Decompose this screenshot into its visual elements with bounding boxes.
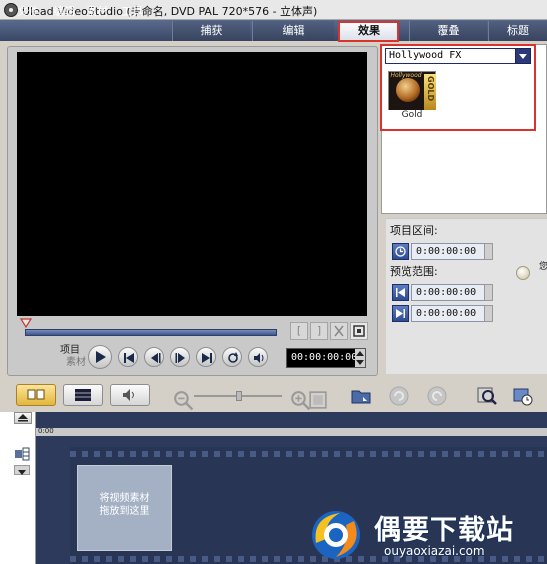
cut-clip-icon[interactable]	[330, 322, 348, 340]
timeline-ruler[interactable]	[36, 428, 547, 436]
tab-capture[interactable]: 捕获	[172, 21, 250, 41]
video-track-icon[interactable]	[14, 447, 30, 461]
project-duration-icon[interactable]	[392, 243, 409, 260]
film-perforation-top	[70, 451, 547, 457]
mode-project-label: 项目	[60, 345, 80, 356]
undo-icon[interactable]	[388, 385, 410, 407]
mark-out-button[interactable]: ]	[310, 322, 328, 340]
collapse-timeline-button[interactable]	[14, 412, 32, 424]
zoom-out-icon[interactable]	[172, 389, 194, 411]
audio-view-button[interactable]	[110, 384, 150, 406]
tab-overlay[interactable]: 覆叠	[409, 21, 487, 41]
menu-edit[interactable]: 编辑	[53, 3, 75, 19]
preview-start-spinner[interactable]	[484, 284, 493, 301]
menu-file[interactable]: 文件	[17, 3, 39, 19]
app-icon	[4, 3, 18, 17]
zoom-slider-knob[interactable]	[236, 391, 242, 401]
go-to-start-button[interactable]	[118, 347, 138, 367]
tip-bulb-icon[interactable]	[516, 266, 530, 280]
drop-zone-hint: 将视频素材 拖放到这里	[99, 493, 150, 517]
scan-scene-icon[interactable]	[476, 385, 498, 407]
scrub-marker-icon[interactable]	[20, 318, 32, 328]
preview-end-field[interactable]: 0:00:00:00	[411, 305, 493, 322]
storyboard-view-button[interactable]	[16, 384, 56, 406]
watermark-title: 偶要下载站	[374, 515, 514, 546]
project-duration-field[interactable]: 0:00:00:00	[411, 243, 493, 260]
previous-frame-button[interactable]	[144, 347, 164, 367]
effects-highlight-box	[380, 44, 536, 131]
menu-clip[interactable]: 素材	[86, 3, 108, 19]
track-header-column	[0, 412, 36, 564]
project-range-label: 项目区间:	[390, 224, 438, 237]
repeat-button[interactable]	[222, 347, 242, 367]
next-frame-button[interactable]	[170, 347, 190, 367]
enlarge-icon[interactable]	[350, 322, 368, 340]
scrub-bar[interactable]	[25, 329, 277, 336]
preview-start-field[interactable]: 0:00:00:00	[411, 284, 493, 301]
play-button[interactable]	[88, 345, 112, 369]
side-panel-text: 您	[539, 262, 547, 272]
watermark-url: ouyaoxiazai.com	[384, 544, 485, 558]
track-options-arrow-icon[interactable]	[14, 465, 30, 475]
redo-icon[interactable]	[426, 385, 448, 407]
tab-edit[interactable]: 编辑	[252, 21, 334, 41]
smart-proxy-icon[interactable]	[512, 385, 534, 407]
timeline-view-button[interactable]	[63, 384, 103, 406]
go-to-end-button[interactable]	[196, 347, 216, 367]
menu-tools[interactable]: 工具	[121, 3, 143, 19]
preview-start-icon[interactable]	[392, 284, 409, 301]
tab-title[interactable]: 标题	[488, 21, 547, 41]
preview-range-label: 预览范围:	[390, 265, 438, 278]
insert-media-icon[interactable]	[350, 385, 372, 407]
preview-end-spinner[interactable]	[484, 305, 493, 322]
project-duration-spinner[interactable]	[484, 243, 493, 260]
preview-end-icon[interactable]	[392, 305, 409, 322]
tab-highlight-box	[338, 21, 399, 42]
volume-button[interactable]	[248, 347, 268, 367]
timecode-display[interactable]: 00:00:00:00	[286, 348, 366, 368]
mode-clip-label: 素材	[66, 357, 86, 368]
ruler-start-label: 0:00	[38, 427, 54, 435]
play-mode-switch[interactable]: 项目 素材	[60, 345, 86, 369]
preview-screen	[17, 52, 367, 316]
mark-in-button[interactable]: [	[290, 322, 308, 340]
fit-project-icon[interactable]	[307, 389, 329, 411]
timecode-spinner-icon[interactable]	[355, 349, 365, 367]
watermark-logo-icon	[312, 511, 360, 559]
